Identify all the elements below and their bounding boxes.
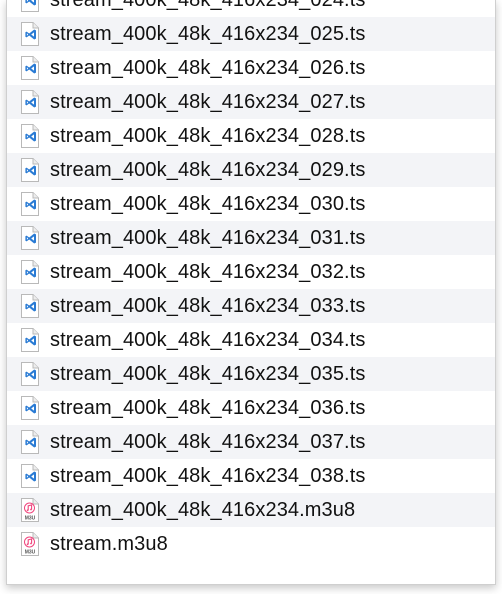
vscode-file-icon bbox=[21, 362, 39, 386]
file-name: stream_400k_48k_416x234_033.ts bbox=[50, 294, 366, 317]
file-name: stream_400k_48k_416x234_024.ts bbox=[50, 0, 365, 12]
vscode-file-icon bbox=[21, 226, 39, 250]
vscode-file-icon bbox=[21, 0, 39, 12]
file-row[interactable]: M3U stream.m3u8 bbox=[7, 527, 495, 561]
file-name: stream_400k_48k_416x234_034.ts bbox=[50, 328, 366, 351]
file-name: stream_400k_48k_416x234_037.ts bbox=[50, 430, 366, 453]
file-row[interactable]: stream_400k_48k_416x234_032.ts bbox=[7, 255, 495, 289]
vscode-file-icon bbox=[21, 56, 39, 80]
file-row[interactable]: stream_400k_48k_416x234_033.ts bbox=[7, 289, 495, 323]
file-row[interactable]: stream_400k_48k_416x234_036.ts bbox=[7, 391, 495, 425]
file-name: stream_400k_48k_416x234_029.ts bbox=[50, 158, 366, 181]
file-row[interactable]: stream_400k_48k_416x234_028.ts bbox=[7, 119, 495, 153]
file-name: stream_400k_48k_416x234_031.ts bbox=[50, 226, 366, 249]
file-row[interactable]: stream_400k_48k_416x234_031.ts bbox=[7, 221, 495, 255]
file-name: stream_400k_48k_416x234_030.ts bbox=[50, 192, 366, 215]
file-name: stream_400k_48k_416x234_027.ts bbox=[50, 90, 366, 113]
file-row[interactable]: M3U stream_400k_48k_416x234.m3u8 bbox=[7, 493, 495, 527]
m3u-badge-text: M3U bbox=[25, 550, 36, 556]
vscode-file-icon bbox=[21, 328, 39, 352]
vscode-file-icon bbox=[21, 22, 39, 46]
m3u-playlist-icon: M3U bbox=[21, 532, 39, 556]
file-row[interactable]: stream_400k_48k_416x234_026.ts bbox=[7, 51, 495, 85]
file-row[interactable]: stream_400k_48k_416x234_029.ts bbox=[7, 153, 495, 187]
file-row[interactable]: stream_400k_48k_416x234_025.ts bbox=[7, 17, 495, 51]
m3u-badge-text: M3U bbox=[25, 516, 36, 522]
vscode-file-icon bbox=[21, 294, 39, 318]
vscode-file-icon bbox=[21, 396, 39, 420]
vscode-file-icon bbox=[21, 260, 39, 284]
file-name: stream_400k_48k_416x234_038.ts bbox=[50, 464, 366, 487]
file-row[interactable]: stream_400k_48k_416x234_027.ts bbox=[7, 85, 495, 119]
vscode-file-icon bbox=[21, 158, 39, 182]
vscode-file-icon bbox=[21, 430, 39, 454]
file-name: stream_400k_48k_416x234_032.ts bbox=[50, 260, 366, 283]
file-list: stream_400k_48k_416x234_024.ts stream_40… bbox=[7, 0, 495, 561]
finder-file-list-window: stream_400k_48k_416x234_024.ts stream_40… bbox=[6, 0, 496, 585]
file-name: stream_400k_48k_416x234.m3u8 bbox=[50, 498, 356, 521]
file-row[interactable]: stream_400k_48k_416x234_038.ts bbox=[7, 459, 495, 493]
vscode-file-icon bbox=[21, 124, 39, 148]
file-row[interactable]: stream_400k_48k_416x234_030.ts bbox=[7, 187, 495, 221]
m3u-playlist-icon: M3U bbox=[21, 498, 39, 522]
file-name: stream_400k_48k_416x234_025.ts bbox=[50, 22, 366, 45]
vscode-file-icon bbox=[21, 192, 39, 216]
vscode-file-icon bbox=[21, 90, 39, 114]
file-row[interactable]: stream_400k_48k_416x234_034.ts bbox=[7, 323, 495, 357]
file-name: stream_400k_48k_416x234_036.ts bbox=[50, 396, 366, 419]
file-row[interactable]: stream_400k_48k_416x234_024.ts bbox=[7, 0, 495, 17]
file-name: stream_400k_48k_416x234_028.ts bbox=[50, 124, 366, 147]
file-name: stream.m3u8 bbox=[50, 532, 168, 555]
file-row[interactable]: stream_400k_48k_416x234_037.ts bbox=[7, 425, 495, 459]
file-name: stream_400k_48k_416x234_026.ts bbox=[50, 56, 366, 79]
file-row[interactable]: stream_400k_48k_416x234_035.ts bbox=[7, 357, 495, 391]
file-name: stream_400k_48k_416x234_035.ts bbox=[50, 362, 366, 385]
vscode-file-icon bbox=[21, 464, 39, 488]
